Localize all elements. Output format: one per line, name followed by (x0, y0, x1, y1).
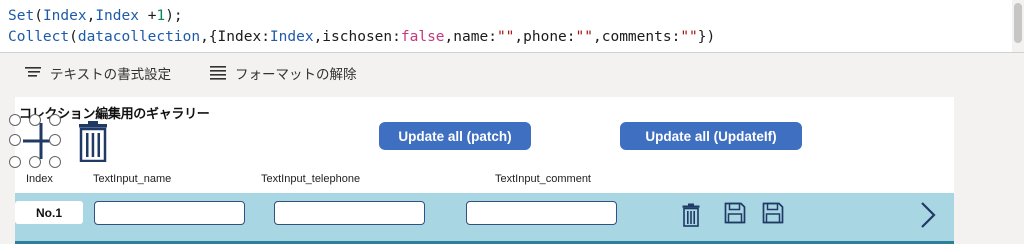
string-token: "" (575, 29, 593, 45)
name-input[interactable] (94, 201, 245, 225)
formula-scrollbar-thumb[interactable] (1014, 3, 1022, 43)
variable-token: Index (42, 8, 87, 24)
save-row-patch-button[interactable] (724, 202, 746, 228)
telephone-input[interactable] (274, 201, 425, 225)
code-token: ); (165, 8, 183, 24)
selection-handle[interactable] (29, 156, 41, 168)
selection-handle[interactable] (49, 156, 61, 168)
row-next-button[interactable] (919, 201, 937, 233)
code-token: : (392, 29, 401, 45)
selection-handle[interactable] (29, 114, 41, 126)
format-text-icon (24, 65, 42, 81)
column-label-index: Index (26, 173, 53, 185)
save-icon (762, 202, 784, 224)
string-token: "" (496, 29, 515, 45)
code-token: + (138, 8, 157, 24)
function-name: Set (8, 8, 35, 24)
code-token: }) (697, 29, 716, 45)
formula-line-1[interactable]: Set(Index,Index +1); (8, 7, 183, 25)
telephone-input-field[interactable] (275, 202, 424, 224)
column-label-name: TextInput_name (93, 173, 172, 185)
update-all-updateif-button[interactable]: Update all (UpdateIf) (620, 122, 802, 150)
selection-handle[interactable] (9, 114, 21, 126)
gallery-row[interactable]: No.1 (15, 193, 954, 241)
format-text-button[interactable]: テキストの書式設定 (24, 61, 171, 85)
variable-token: Index (269, 29, 314, 45)
format-text-label: テキストの書式設定 (50, 67, 172, 83)
remove-format-icon (209, 65, 227, 81)
function-name: Collect (8, 29, 70, 45)
code-token: : (566, 29, 576, 45)
variable-token: Index (95, 8, 139, 24)
column-label-telephone: TextInput_telephone (261, 173, 361, 185)
trash-icon (682, 203, 700, 227)
code-token: : (261, 29, 270, 45)
collection-token: datacollection (77, 29, 201, 45)
trash-icon (79, 121, 107, 163)
remove-format-label: フォーマットの解除 (235, 67, 357, 83)
remove-format-button[interactable]: フォーマットの解除 (209, 61, 357, 85)
field-key: ,name (444, 29, 489, 45)
selection-handle[interactable] (49, 134, 61, 146)
comment-input-field[interactable] (467, 202, 616, 224)
column-label-comment: TextInput_comment (495, 173, 591, 185)
name-input-field[interactable] (95, 202, 244, 224)
save-icon (724, 202, 746, 224)
code-token: : (488, 29, 497, 45)
code-token: ( (69, 29, 78, 45)
formula-bar[interactable]: Set(Index,Index +1); Collect(datacollect… (0, 0, 1024, 53)
chevron-right-icon (921, 202, 936, 228)
formula-scrollbar[interactable] (1012, 0, 1024, 52)
field-key: Index (217, 29, 262, 45)
formula-line-2[interactable]: Collect(datacollection,{Index:Index,isch… (8, 28, 715, 46)
selection-handle[interactable] (49, 114, 61, 126)
update-all-patch-button[interactable]: Update all (patch) (379, 122, 531, 150)
field-key: ,phone (514, 29, 567, 45)
row-index-label: No.1 (15, 201, 83, 224)
string-token: "" (680, 29, 698, 45)
field-key: ,ischosen (313, 29, 393, 45)
code-token: : (671, 29, 681, 45)
formula-toolbar: テキストの書式設定 フォーマットの解除 (0, 53, 1024, 93)
selection-handle[interactable] (9, 134, 21, 146)
save-row-updateif-button[interactable] (762, 202, 784, 228)
code-token: ,{ (200, 29, 218, 45)
number-token: 1 (156, 8, 166, 24)
field-key: ,comments (593, 29, 672, 45)
delete-all-button[interactable] (78, 120, 108, 166)
comment-input[interactable] (466, 201, 617, 225)
boolean-token: false (400, 29, 445, 45)
code-token: ( (34, 8, 43, 24)
gallery-canvas: コレクション編集用のギャラリー Update all (patch) Updat… (9, 97, 954, 244)
delete-row-button[interactable] (682, 203, 700, 231)
selection-handle[interactable] (9, 156, 21, 168)
